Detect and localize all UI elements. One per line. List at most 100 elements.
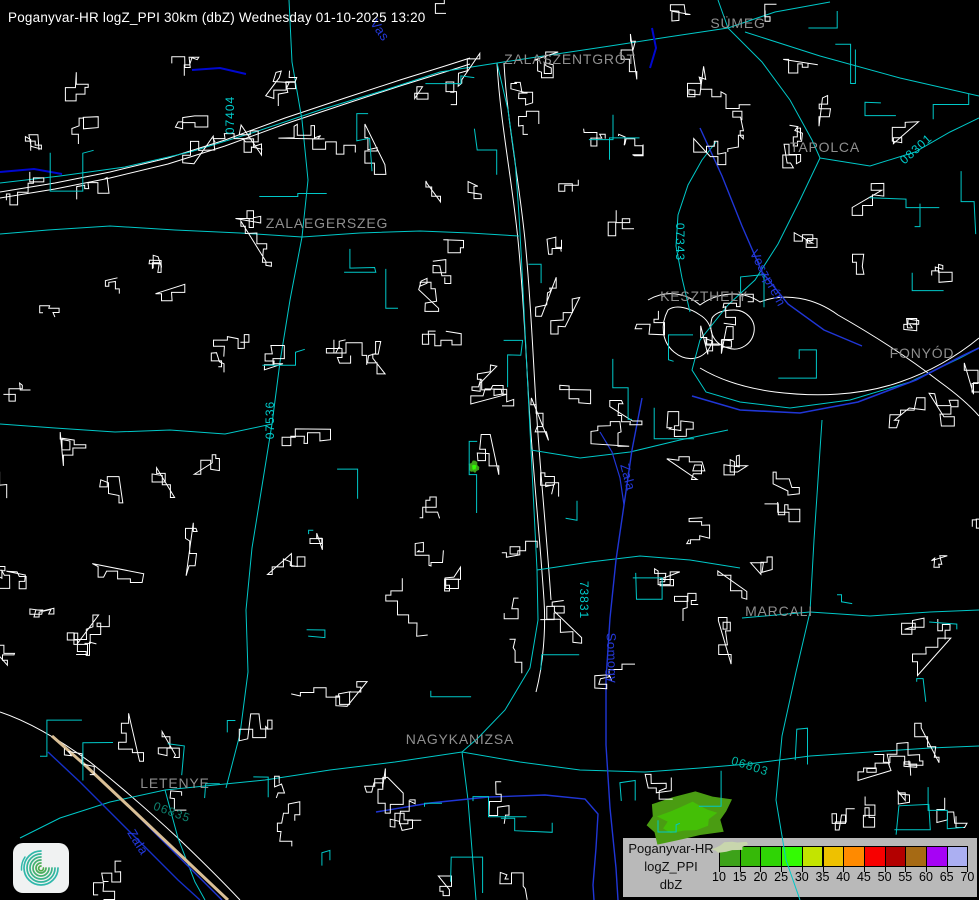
radar-title: Poganyvar-HR logZ_PPI 30km (dbZ) Wednesd… [8, 10, 426, 25]
map-line [83, 743, 113, 781]
map-line [67, 633, 96, 656]
map-line [443, 240, 463, 253]
map-line [469, 441, 477, 513]
map-line [933, 94, 969, 120]
radar-display: { "title": "Poganyvar-HR logZ_PPI 30km (… [0, 0, 979, 900]
map-line [559, 180, 579, 192]
map-line [547, 237, 562, 254]
map-line [504, 63, 551, 600]
map-line [551, 298, 580, 335]
map-line [0, 424, 272, 434]
map-line [865, 102, 896, 115]
map-line [156, 284, 185, 301]
map-line [302, 231, 519, 237]
map-line [913, 638, 951, 675]
map-line [322, 850, 330, 865]
map-line [504, 598, 518, 619]
map-line [65, 72, 88, 101]
map-line [277, 802, 299, 847]
map-line [635, 311, 664, 335]
map-line [669, 335, 694, 361]
map-line [462, 63, 538, 752]
map-line [531, 398, 549, 441]
map-line [313, 139, 356, 154]
map-line [932, 556, 948, 568]
map-line [446, 82, 457, 105]
map-line [519, 111, 539, 134]
map-line [778, 350, 816, 378]
map-line [420, 497, 440, 518]
map-vector-layer [0, 0, 979, 900]
map-line [433, 260, 451, 284]
map-line [655, 569, 680, 586]
map-line [724, 455, 747, 475]
map-line [560, 385, 591, 403]
map-line [718, 571, 747, 599]
map-line [670, 5, 690, 21]
place-label: SÜMEG [710, 15, 765, 31]
map-line [694, 139, 726, 165]
map-line [291, 688, 351, 697]
place-label: LETENYE [140, 775, 209, 791]
map-line [415, 542, 443, 566]
map-line [773, 472, 799, 495]
map-line [20, 790, 165, 838]
map-line [915, 204, 920, 227]
road-number-label: 07536 [263, 401, 277, 439]
map-line [929, 622, 957, 629]
map-line [451, 857, 483, 893]
map-line [0, 644, 15, 665]
map-line [482, 379, 514, 406]
map-line [275, 776, 285, 798]
map-line [462, 752, 476, 900]
map-line [3, 383, 30, 401]
map-line [718, 618, 731, 665]
place-label: NAGYKANIZSA [406, 731, 514, 747]
map-line [810, 610, 979, 616]
map-line [853, 254, 864, 274]
map-line [688, 66, 706, 96]
map-line [889, 398, 925, 428]
map-line [194, 455, 219, 474]
map-line [667, 412, 693, 437]
map-line [326, 340, 350, 363]
map-line [310, 533, 322, 550]
place-label: TAPOLCA [790, 139, 860, 155]
map-line [268, 554, 305, 575]
map-line [869, 198, 939, 208]
map-line [6, 172, 43, 205]
map-line [620, 781, 635, 801]
map-line [92, 564, 143, 583]
map-line [25, 135, 41, 151]
map-line [214, 335, 249, 357]
map-line [858, 763, 891, 780]
place-label: ZALASZENTGRÓT [504, 51, 636, 67]
map-line [264, 346, 284, 370]
map-line [584, 129, 606, 146]
map-line [728, 111, 744, 152]
map-line [687, 518, 710, 544]
map-line [591, 422, 629, 447]
map-line [500, 872, 527, 899]
map-line [468, 182, 481, 199]
map-line [175, 116, 207, 129]
map-line [489, 782, 509, 824]
map-line [211, 353, 224, 373]
map-line [172, 57, 199, 76]
map-line [415, 87, 428, 99]
map-line [60, 432, 86, 466]
map-line [650, 28, 656, 68]
map-line [832, 809, 855, 830]
map-line [236, 211, 261, 228]
map-line [852, 183, 884, 215]
map-line [52, 736, 228, 900]
map-line [504, 340, 523, 387]
map-line [501, 818, 552, 832]
map-line [721, 327, 733, 354]
map-line [938, 619, 950, 639]
map-line [477, 435, 499, 475]
map-line [531, 430, 728, 458]
map-line [932, 264, 952, 282]
place-label: MARCALI [745, 603, 813, 619]
storm-spiral-icon [19, 848, 63, 888]
